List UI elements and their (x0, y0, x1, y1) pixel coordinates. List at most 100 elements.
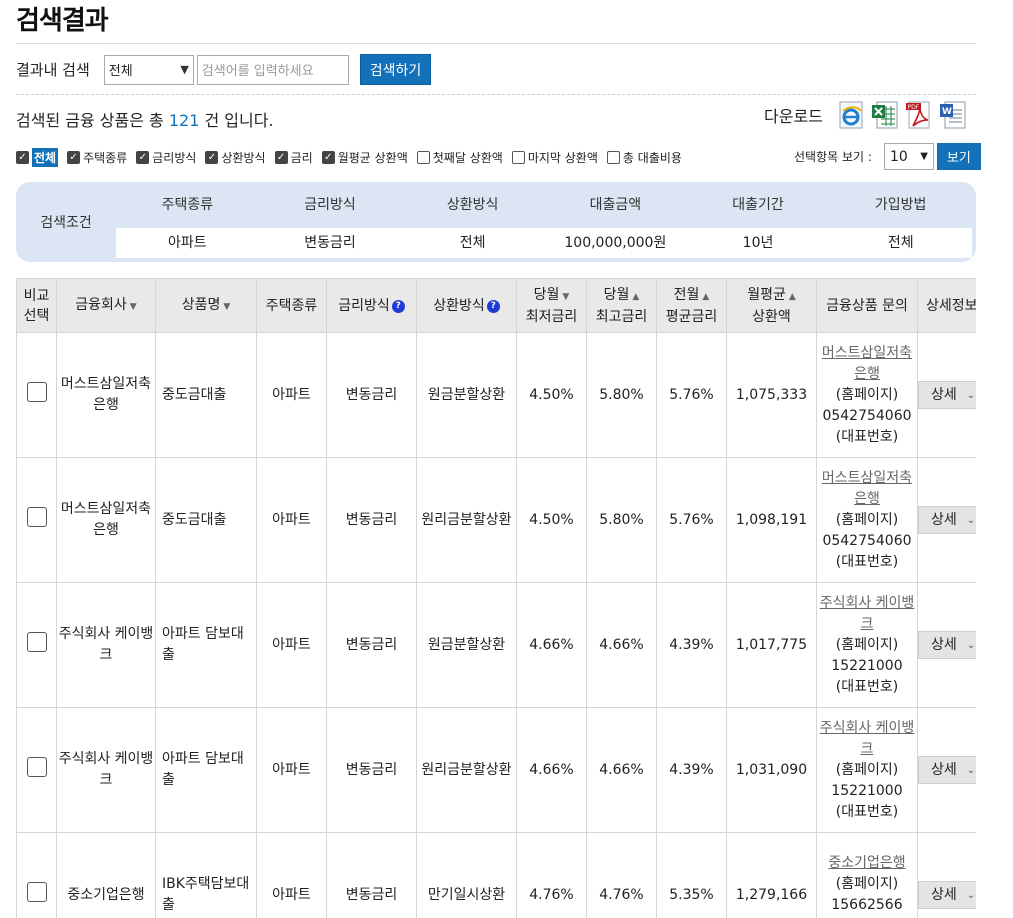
min-rate-cell: 4.50% (516, 457, 587, 583)
filter-label: 금리방식 (152, 151, 197, 165)
house-cell: 아파트 (256, 832, 327, 918)
checkbox-unchecked[interactable] (606, 151, 620, 164)
filter-item[interactable]: 첫째달 상환액 (416, 149, 503, 166)
sort-up-icon: ▲ (632, 291, 640, 302)
checkbox-unchecked[interactable] (511, 151, 525, 164)
detail-button[interactable]: 상세 ⌄ (918, 506, 976, 534)
compare-checkbox[interactable] (26, 631, 47, 652)
svg-text:W: W (942, 107, 952, 117)
monthly-cell: 1,017,775 (726, 582, 817, 708)
th-detail: 상세정보 (917, 278, 976, 333)
sort-up-icon: ▲ (702, 291, 710, 302)
th-min-rate[interactable]: 당월 ▼ 최저금리 (516, 278, 587, 333)
search-label: 결과내 검색 (16, 61, 90, 79)
checkbox-checked[interactable]: ✓ (136, 151, 150, 164)
search-placeholder: 검색어를 입력하세요 (201, 64, 314, 79)
inquiry-phone: 15662566 (831, 897, 903, 913)
monthly-cell: 1,279,166 (726, 832, 817, 918)
detail-button[interactable]: 상세 ⌄ (918, 881, 976, 909)
filter-item[interactable]: 총 대출비용 (606, 149, 682, 166)
th-max-rate[interactable]: 당월 ▲ 최고금리 (586, 278, 657, 333)
title-divider (16, 43, 976, 44)
inquiry-homepage: (홈페이지) (835, 511, 899, 528)
inquiry-homepage: (홈페이지) (835, 386, 899, 403)
repay-cell: 원금분할상환 (416, 582, 517, 708)
th-repay: 상환방식? (416, 278, 517, 333)
filter-item[interactable]: ✓ 월평균 상환액 (321, 149, 408, 166)
detail-button[interactable]: 상세 ⌄ (918, 631, 976, 659)
company-link[interactable]: 머스트삼일저축은행 (822, 345, 912, 382)
checkbox-checked[interactable]: ✓ (67, 151, 81, 164)
max-rate-cell: 4.76% (586, 832, 657, 918)
filter-label: 금리 (290, 151, 313, 165)
rate-type-cell: 변동금리 (326, 582, 417, 708)
filter-item[interactable]: ✓ 주택종류 (67, 149, 127, 166)
condition-header: 대출금액 (589, 197, 642, 213)
th-monthly[interactable]: 월평균 ▲ 상환액 (726, 278, 817, 333)
filter-item[interactable]: ✓ 상환방식 (205, 149, 266, 166)
chevron-down-icon: ⌄ (966, 514, 976, 526)
results-page: 검색결과 결과내 검색 전체 ▼ 검색어를 입력하세요 검색하기 검색된 금융 … (0, 0, 1013, 918)
th-avg-rate[interactable]: 전월 ▲ 평균금리 (656, 278, 727, 333)
view-count-value: 10 (889, 148, 908, 165)
result-count: 검색된 금융 상품은 총 121 건 입니다. (16, 107, 274, 131)
product-cell: IBK주택담보대출 (155, 832, 257, 918)
results-table-wrap: 비교 선택 금융회사 ▼ 상품명 ▼ 주택종류 금리방식? 상환방식? 당월 ▼ 최저금리… (16, 278, 976, 918)
max-rate-cell: 4.66% (586, 707, 657, 833)
compare-checkbox[interactable] (26, 381, 47, 402)
excel-icon[interactable] (871, 100, 899, 130)
checkbox-unchecked[interactable] (416, 151, 430, 164)
th-compare: 비교 선택 (16, 278, 57, 333)
house-cell: 아파트 (256, 707, 327, 833)
filter-item[interactable]: ✓ 금리방식 (136, 149, 196, 166)
help-icon[interactable]: ? (486, 299, 500, 313)
compare-cell (16, 582, 57, 708)
pdf-icon[interactable]: PDF (905, 100, 933, 130)
company-link[interactable]: 머스트삼일저축은행 (822, 470, 912, 507)
rate-type-cell: 변동금리 (326, 707, 417, 833)
th-product[interactable]: 상품명 ▼ (155, 278, 257, 333)
max-rate-cell: 5.80% (586, 332, 657, 458)
avg-rate-cell: 4.39% (656, 582, 727, 708)
checkbox-checked[interactable]: ✓ (321, 151, 335, 164)
ie-icon[interactable] (837, 100, 865, 130)
house-cell: 아파트 (256, 457, 327, 583)
search-conditions-box: 검색조건 주택종류 금리방식 상환방식 대출금액 대출기간 가입방법 아파트 변동금리 전체 1… (16, 182, 976, 262)
company-link[interactable]: 중소기업은행 (828, 855, 905, 871)
inquiry-phone: 0542754060 (822, 532, 912, 549)
chevron-down-icon: ⌄ (966, 389, 976, 401)
compare-checkbox[interactable] (26, 756, 47, 777)
checkbox-checked[interactable]: ✓ (205, 151, 219, 164)
th-inquiry: 금융상품 문의 (816, 278, 918, 333)
compare-checkbox[interactable] (26, 506, 47, 527)
search-scope-select[interactable]: 전체 ▼ (103, 54, 194, 85)
search-scope-value: 전체 (108, 64, 133, 79)
detail-button[interactable]: 상세 ⌄ (918, 756, 976, 784)
rate-type-cell: 변동금리 (326, 332, 417, 458)
sort-up-icon: ▲ (788, 291, 796, 302)
min-rate-cell: 4.66% (516, 582, 587, 708)
rate-type-cell: 변동금리 (326, 832, 417, 918)
help-icon[interactable]: ? (391, 299, 405, 313)
company-link[interactable]: 주식회사 케이뱅크 (820, 595, 915, 632)
th-company[interactable]: 금융회사 ▼ (56, 278, 156, 333)
filter-item[interactable]: 마지막 상환액 (511, 149, 598, 166)
detail-label: 상세 (931, 511, 957, 528)
compare-checkbox[interactable] (26, 881, 47, 902)
filter-item[interactable]: ✓ 전체 (16, 148, 59, 167)
checkbox-checked[interactable]: ✓ (16, 151, 29, 164)
checkbox-checked[interactable]: ✓ (274, 151, 288, 164)
company-link[interactable]: 주식회사 케이뱅크 (820, 720, 915, 757)
filter-label: 월평균 상환액 (337, 151, 408, 165)
conditions-headers: 주택종류 금리방식 상환방식 대출금액 대출기간 가입방법 (116, 194, 972, 216)
filter-label: 주택종류 (83, 151, 128, 165)
result-count-number: 121 (168, 111, 200, 130)
search-input[interactable]: 검색어를 입력하세요 (196, 54, 349, 85)
filter-item[interactable]: ✓ 금리 (274, 149, 313, 166)
view-button[interactable]: 보기 (936, 143, 981, 170)
view-count-select[interactable]: 10 ▼ (883, 143, 934, 170)
inquiry-cell: 주식회사 케이뱅크 (홈페이지) 15221000 (대표번호) (816, 707, 918, 833)
detail-button[interactable]: 상세 ⌄ (918, 381, 976, 409)
word-icon[interactable]: W (939, 100, 967, 130)
search-button[interactable]: 검색하기 (359, 54, 432, 85)
